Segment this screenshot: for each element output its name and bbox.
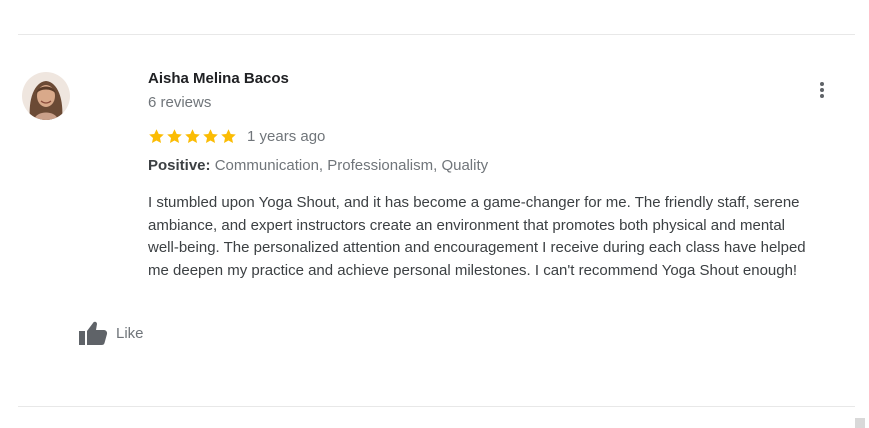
review-text-line: I stumbled upon Yoga Shout, and it has b… <box>148 194 800 211</box>
review-text-line: ambiance, and expert instructors create … <box>148 216 786 234</box>
like-label: Like <box>116 324 144 342</box>
review-attributes: Positive: Communication, Professionalism… <box>148 157 488 174</box>
star-rating <box>148 128 237 145</box>
review-text: I stumbled upon Yoga Shout, and it has b… <box>148 192 860 282</box>
author-name[interactable]: Aisha Melina Bacos <box>148 70 289 87</box>
more-options-button[interactable] <box>810 78 834 102</box>
review-card: Aisha Melina Bacos 6 reviews 1 years ago… <box>0 0 869 428</box>
top-divider <box>18 34 855 35</box>
scrollbar-thumb[interactable] <box>855 418 865 428</box>
review-text-line: me deepen my practice and achieve person… <box>148 261 798 279</box>
star-icon <box>149 128 164 143</box>
attributes-label: Positive: <box>148 157 211 174</box>
review-text-line: well-being. The personalized attention a… <box>148 239 806 256</box>
review-time: 1 years ago <box>247 127 326 145</box>
avatar[interactable] <box>22 72 70 120</box>
bottom-divider <box>18 406 855 407</box>
review-count: 6 reviews <box>148 94 212 111</box>
star-icon <box>221 128 236 143</box>
more-vertical-icon <box>820 82 824 98</box>
attributes-value: Communication, Professionalism, Quality <box>214 157 489 174</box>
star-icon <box>167 128 182 143</box>
star-icon <box>203 128 218 143</box>
thumbs-up-icon <box>79 321 108 345</box>
like-button[interactable]: Like <box>78 319 144 347</box>
rating-row: 1 years ago <box>148 126 325 146</box>
star-icon <box>185 128 200 143</box>
